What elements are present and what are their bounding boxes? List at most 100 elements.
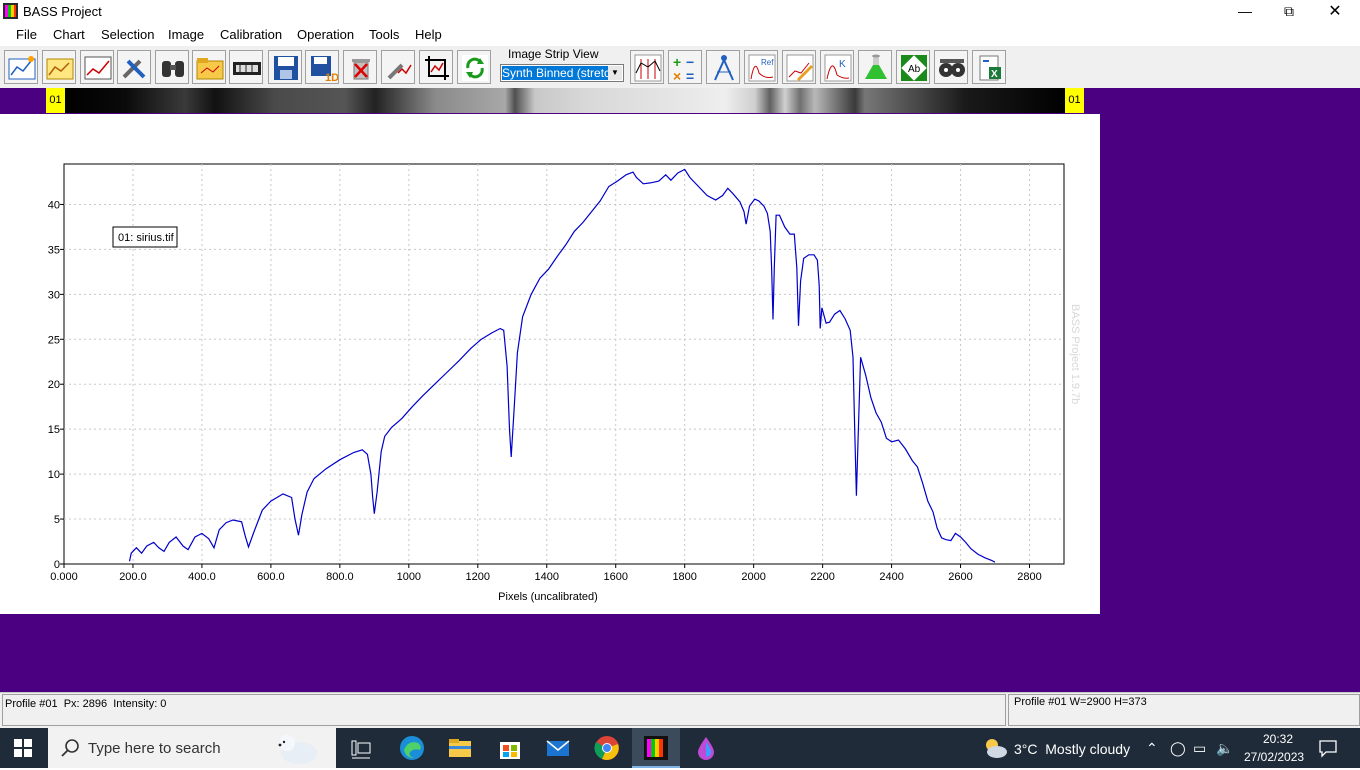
open-image-button[interactable] xyxy=(42,50,76,84)
reference-button[interactable]: Ref xyxy=(744,50,778,84)
x-tick-label: 1200 xyxy=(466,571,490,583)
y-tick-label: 30 xyxy=(48,289,60,301)
chrome-icon[interactable] xyxy=(593,734,621,762)
menu-file[interactable]: File xyxy=(16,27,37,42)
svg-text:X: X xyxy=(991,69,998,80)
open-profile-button[interactable] xyxy=(4,50,38,84)
tools-button[interactable] xyxy=(117,50,151,84)
delete-icon xyxy=(352,59,370,80)
task-view-icon[interactable] xyxy=(348,734,376,762)
y-tick-label: 15 xyxy=(48,424,60,436)
svg-text:×: × xyxy=(673,68,681,83)
binoculars-button[interactable] xyxy=(155,50,189,84)
edge-browser-icon[interactable] xyxy=(398,734,426,762)
reference-icon: Ref xyxy=(748,54,776,82)
svg-text:=: = xyxy=(686,68,694,83)
crop-button[interactable] xyxy=(419,50,453,84)
weather-cloudy-icon[interactable] xyxy=(980,734,1010,765)
minimize-button[interactable]: — xyxy=(1222,0,1268,23)
menu-selection[interactable]: Selection xyxy=(101,27,154,42)
film-reel-icon xyxy=(939,59,965,77)
x-tick-label: 2400 xyxy=(879,571,903,583)
x-axis-label: Pixels (uncalibrated) xyxy=(498,591,598,603)
math-operations-button[interactable]: + − × = xyxy=(668,50,702,84)
x-tick-label: 2000 xyxy=(741,571,765,583)
film-strip-button[interactable] xyxy=(229,50,263,84)
image-strip[interactable] xyxy=(65,88,1065,113)
menu-help[interactable]: Help xyxy=(415,27,442,42)
image-strip-view-value: Synth Binned (stretch xyxy=(502,66,608,80)
delete-button[interactable] xyxy=(343,50,377,84)
binoculars-icon xyxy=(162,61,184,77)
x-tick-label: 2200 xyxy=(810,571,834,583)
folder-button[interactable] xyxy=(192,50,226,84)
menu-tools[interactable]: Tools xyxy=(369,27,399,42)
search-placeholder: Type here to search xyxy=(88,740,221,757)
clock-date[interactable]: 27/02/2023 xyxy=(1244,750,1304,764)
x-tick-label: 800.0 xyxy=(326,571,354,583)
save-1d-button[interactable]: 1D xyxy=(305,50,339,84)
x-tick-label: 0.000 xyxy=(50,571,78,583)
x-tick-label: 600.0 xyxy=(257,571,285,583)
svg-text:K: K xyxy=(839,59,846,70)
chevron-up-icon[interactable]: ⌃ xyxy=(1146,740,1158,757)
pen-chart-icon xyxy=(786,54,814,82)
k-icon: K xyxy=(824,54,852,82)
svg-text:Ref: Ref xyxy=(761,58,774,67)
strip-right-label: 01 xyxy=(1065,88,1084,113)
svg-text:1D: 1D xyxy=(325,72,338,83)
chevron-down-icon[interactable]: ▼ xyxy=(608,66,622,80)
file-explorer-icon[interactable] xyxy=(446,734,474,762)
image-strip-label: Image Strip View xyxy=(508,47,599,61)
app-icon xyxy=(3,3,18,19)
svg-text:Ab: Ab xyxy=(908,64,921,75)
save-icon xyxy=(274,56,298,80)
spectrum-chart[interactable]: 0.000 200.0 400.0 600.0 800.0 1000 1200 1400 160… xyxy=(0,114,1100,614)
save-button[interactable] xyxy=(268,50,302,84)
k-button[interactable]: K xyxy=(820,50,854,84)
menu-chart[interactable]: Chart xyxy=(53,27,85,42)
volume-icon[interactable]: 🔈 xyxy=(1216,740,1233,757)
image-strip-view-select[interactable]: Synth Binned (stretch ▼ xyxy=(500,64,624,82)
compass-button[interactable] xyxy=(706,50,740,84)
clock-time[interactable]: 20:32 xyxy=(1250,732,1306,746)
ab-button[interactable]: Ab xyxy=(896,50,930,84)
flask-icon xyxy=(865,54,887,79)
microsoft-store-icon[interactable] xyxy=(496,734,524,762)
x-tick-label: 1800 xyxy=(672,571,696,583)
pen-chart-button[interactable] xyxy=(782,50,816,84)
export-excel-icon: X xyxy=(979,55,1001,81)
chart-icon xyxy=(84,56,112,80)
mail-icon[interactable] xyxy=(544,734,572,762)
export-excel-button[interactable]: X xyxy=(972,50,1006,84)
chart-button[interactable] xyxy=(80,50,114,84)
menu-calibration[interactable]: Calibration xyxy=(220,27,282,42)
menu-image[interactable]: Image xyxy=(168,27,204,42)
paint-drop-icon[interactable] xyxy=(692,734,720,762)
watermark-text: BASS Project 1.9.7b xyxy=(1069,304,1081,404)
y-tick-label: 0 xyxy=(54,559,60,571)
tools-icon xyxy=(122,59,146,79)
refresh-icon xyxy=(462,55,488,81)
location-icon[interactable]: ◯ xyxy=(1170,740,1186,757)
notification-icon[interactable] xyxy=(1318,738,1338,761)
film-reel-button[interactable] xyxy=(934,50,968,84)
line-spectrum-button[interactable] xyxy=(630,50,664,84)
windows-start-icon[interactable] xyxy=(14,739,32,760)
network-icon[interactable]: ▭ xyxy=(1193,740,1206,757)
weather-text[interactable]: 3°C Mostly cloudy xyxy=(1014,741,1130,757)
restore-button[interactable]: ⧉ xyxy=(1266,0,1312,23)
ab-icon: Ab xyxy=(901,55,927,81)
status-profile-size: Profile #01 W=2900 H=373 xyxy=(1014,696,1147,708)
close-button[interactable]: ✕ xyxy=(1312,0,1358,23)
edit-tools-button[interactable] xyxy=(381,50,415,84)
refresh-button[interactable] xyxy=(457,50,491,84)
x-tick-label: 2800 xyxy=(1017,571,1041,583)
crop-icon xyxy=(425,56,449,80)
plot-area xyxy=(63,163,1065,565)
menu-operation[interactable]: Operation xyxy=(297,27,354,42)
film-strip-icon xyxy=(233,62,261,75)
flask-button[interactable] xyxy=(858,50,892,84)
search-icon xyxy=(60,738,80,761)
open-image-icon xyxy=(46,58,74,80)
